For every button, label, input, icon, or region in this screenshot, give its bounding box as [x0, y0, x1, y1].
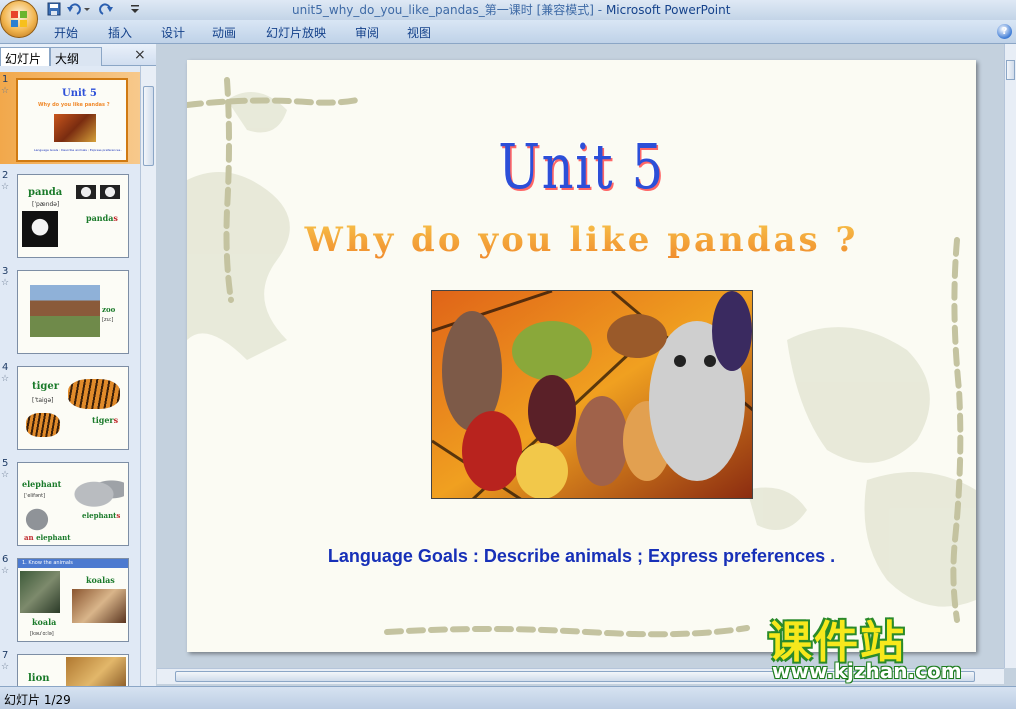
slide-number: 7 — [2, 650, 9, 661]
slide-editor: Unit 5 Why do you like pandas ? Language… — [157, 44, 1004, 668]
language-goals[interactable]: Language Goals : Describe animals ; Expr… — [187, 546, 976, 567]
elephant-image — [74, 475, 124, 507]
title-bar: unit5_why_do_you_like_pandas_第一课时 [兼容模式]… — [0, 0, 1016, 20]
close-icon[interactable]: × — [134, 47, 146, 63]
animation-star-icon: ☆ — [1, 86, 10, 96]
editor-vertical-scrollbar[interactable] — [1004, 44, 1016, 668]
thumb-article: an elephant — [24, 533, 71, 542]
office-logo-icon — [11, 11, 27, 27]
thumb-caption: Language Goals : Describe animals ; Expr… — [34, 148, 123, 152]
thumb-plural: elephants — [82, 511, 121, 520]
tab-home[interactable]: 开始 — [54, 24, 78, 41]
save-icon[interactable] — [46, 1, 64, 18]
thumbnail-scrollbar[interactable] — [140, 66, 156, 686]
thumb-word: panda — [28, 187, 63, 198]
thumb-plural: koalas — [86, 575, 115, 585]
thumb-word: tiger — [32, 381, 60, 392]
tab-insert[interactable]: 插入 — [108, 24, 132, 41]
slides-pane: 幻灯片 大纲 × 1 ☆ Unit 5 Why do you like pand… — [0, 44, 156, 686]
undo-icon[interactable] — [66, 1, 90, 18]
thumb-phonetic: [ˈtaigə] — [32, 397, 54, 404]
slide-number: 5 — [2, 458, 9, 469]
thumb-phonetic: [kəuˈɑːlə] — [30, 631, 54, 637]
thumb-word: zoo — [102, 305, 116, 314]
animation-star-icon: ☆ — [1, 182, 10, 192]
redo-icon[interactable] — [98, 1, 116, 18]
tab-outline[interactable]: 大纲 — [50, 47, 102, 66]
slide-counter: 幻灯片 1/29 — [4, 693, 71, 707]
tiger-image — [26, 413, 60, 437]
thumbnail-preview: 1. Know the animals koalas koala [kəuˈɑː… — [17, 558, 129, 642]
thumb-plural: pandas — [86, 213, 118, 223]
koala-image — [72, 589, 126, 623]
thumbnail-preview: zoo [zuː] — [17, 270, 129, 354]
tiger-image — [68, 379, 120, 409]
tab-view[interactable]: 视图 — [407, 24, 431, 41]
slide-thumbnail-4[interactable]: 4 ☆ tiger [ˈtaigə] tigers — [0, 360, 140, 452]
thumbnail-preview: elephant [ˈelifənt] elephants an elephan… — [17, 462, 129, 546]
elephant-image — [20, 503, 54, 533]
koala-image — [20, 571, 60, 613]
thumbnail-preview: lion — [17, 654, 129, 686]
thumb-word: elephant — [22, 479, 62, 489]
slide-canvas[interactable]: Unit 5 Why do you like pandas ? Language… — [187, 60, 976, 652]
watermark-url: www.kjzhan.com — [772, 659, 962, 683]
help-icon[interactable]: ? — [997, 24, 1012, 39]
panda-image — [76, 185, 96, 199]
slide-thumbnail-2[interactable]: 2 ☆ panda [ˈpændə] pandas — [0, 168, 140, 260]
zoo-image — [30, 285, 100, 337]
thumbnail-preview: Unit 5 Why do you like pandas ? Language… — [16, 78, 128, 162]
panda-image — [100, 185, 120, 199]
status-bar: 幻灯片 1/29 — [0, 686, 1016, 709]
window-title: unit5_why_do_you_like_pandas_第一课时 [兼容模式]… — [292, 3, 731, 17]
slide-thumbnail-6[interactable]: 6 ☆ 1. Know the animals koalas koala [kə… — [0, 552, 140, 644]
thumb-header: 1. Know the animals — [22, 560, 73, 566]
slide-thumbnail-5[interactable]: 5 ☆ elephant [ˈelifənt] elephants an ele… — [0, 456, 140, 548]
lion-image — [66, 657, 126, 686]
slide-number: 6 — [2, 554, 9, 565]
thumb-image — [54, 114, 96, 142]
slide-subtitle[interactable]: Why do you like pandas ? — [187, 220, 976, 260]
animation-star-icon: ☆ — [1, 278, 10, 288]
panda-image — [22, 211, 58, 247]
tab-animations[interactable]: 动画 — [212, 24, 236, 41]
customize-toolbar-icon[interactable] — [130, 1, 148, 18]
slide-number: 4 — [2, 362, 9, 373]
ribbon-tabs: 开始 插入 设计 动画 幻灯片放映 审阅 视图 ? — [0, 20, 1016, 44]
thumbnail-list: 1 ☆ Unit 5 Why do you like pandas ? Lang… — [0, 66, 140, 686]
thumb-phonetic: [ˈelifənt] — [24, 493, 46, 499]
thumb-plural: tigers — [92, 415, 119, 425]
animation-star-icon: ☆ — [1, 662, 10, 672]
thumbnail-preview: panda [ˈpændə] pandas — [17, 174, 129, 258]
tab-review[interactable]: 审阅 — [355, 24, 379, 41]
slide-number: 1 — [2, 74, 9, 85]
office-button[interactable] — [0, 0, 38, 38]
slide-thumbnail-1[interactable]: 1 ☆ Unit 5 Why do you like pandas ? Lang… — [0, 72, 140, 164]
thumb-subtitle: Why do you like pandas ? — [38, 102, 110, 108]
thumbnail-preview: tiger [ˈtaigə] tigers — [17, 366, 129, 450]
thumb-phonetic: [zuː] — [102, 317, 114, 323]
thumb-word: koala — [32, 617, 57, 627]
tab-slides[interactable]: 幻灯片 — [0, 47, 50, 66]
tab-slideshow[interactable]: 幻灯片放映 — [266, 24, 326, 41]
slide-thumbnail-7[interactable]: 7 ☆ lion — [0, 648, 140, 686]
slide-thumbnail-3[interactable]: 3 ☆ zoo [zuː] — [0, 264, 140, 356]
animals-picture[interactable] — [431, 290, 753, 499]
scrollbar-thumb[interactable] — [143, 86, 154, 166]
animation-star-icon: ☆ — [1, 566, 10, 576]
slide-number: 2 — [2, 170, 9, 181]
scrollbar-thumb[interactable] — [1006, 60, 1015, 80]
animation-star-icon: ☆ — [1, 374, 10, 384]
pane-tabs: 幻灯片 大纲 × — [0, 44, 156, 66]
thumb-word: lion — [28, 673, 50, 684]
tab-design[interactable]: 设计 — [161, 24, 185, 41]
slide-title[interactable]: Unit 5 — [266, 130, 897, 203]
thumb-title: Unit 5 — [62, 88, 97, 99]
animation-star-icon: ☆ — [1, 470, 10, 480]
thumb-phonetic: [ˈpændə] — [32, 201, 60, 208]
slide-number: 3 — [2, 266, 9, 277]
